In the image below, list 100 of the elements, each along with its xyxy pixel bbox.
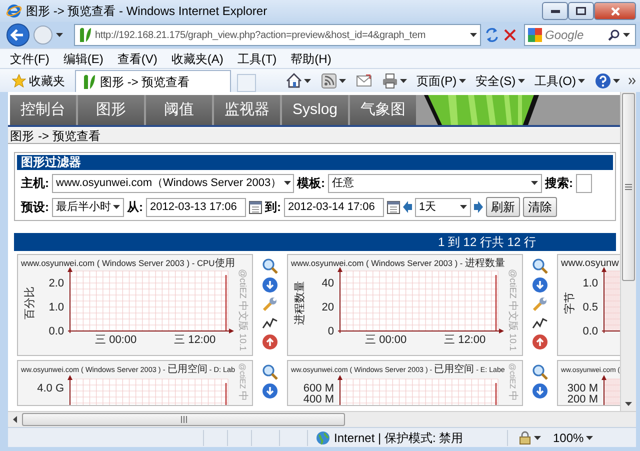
back-button[interactable] [6,23,30,47]
help-button[interactable] [593,72,622,88]
zigzag-icon[interactable] [262,315,278,331]
minimize-button[interactable] [542,2,568,20]
dropdown[interactable]: 最后半小时 [52,198,124,216]
menu-button[interactable]: 页面(P) [414,72,468,90]
left-arrow-icon[interactable] [403,201,412,213]
search-icon[interactable] [608,29,620,41]
maximize-button[interactable] [568,2,594,20]
close-button[interactable] [594,2,636,20]
menu-item[interactable]: 查看(V) [117,50,158,68]
y-tick-label: 0 [328,326,334,338]
caret-icon [625,402,632,406]
google-icon [528,28,542,42]
address-bar[interactable]: http://192.168.21.175/graph_view.php?action=preview&host_id=4&graph_tem [74,24,481,46]
down-arrow-circle-icon[interactable] [262,383,278,399]
x-axis [602,330,620,332]
menu-item[interactable]: 收藏夹(A) [171,50,224,68]
caret-icon[interactable] [56,33,63,37]
caret-icon [613,78,620,82]
y-axis [338,267,342,334]
stop-button[interactable] [503,28,517,42]
feed-icon [320,72,337,88]
calendar-icon[interactable] [387,200,400,214]
menu-button[interactable]: 工具(O) [532,72,587,90]
time-marker-line [225,383,227,405]
field-label: 模板: [297,175,325,192]
y-axis [338,375,342,405]
breadcrumb-link[interactable]: 图形 [10,126,34,144]
chevron-icon[interactable] [628,76,636,84]
nav-tab[interactable]: Syslog [282,95,348,125]
zoom-icon[interactable] [532,364,548,380]
nav-tab[interactable]: 监视器 [214,95,280,125]
menu-item[interactable]: 帮助(H) [290,50,332,68]
caret-icon [531,181,538,185]
home-icon [286,72,302,88]
graph-title: www.osyunw [561,258,619,269]
right-arrow-icon[interactable] [474,201,483,213]
vertical-scrollbar[interactable] [620,92,636,411]
lock-icon [518,430,532,444]
scrollbar-thumb[interactable] [622,93,635,281]
y-axis-label: 字节 [564,292,576,314]
menu-item[interactable]: 编辑(E) [63,50,104,68]
caret-icon [400,78,407,82]
search-field[interactable]: Google [545,26,605,44]
down-arrow-circle-icon[interactable] [262,277,278,293]
caret-icon [13,416,17,422]
caret-icon [113,205,120,209]
dropdown[interactable]: www.osyunwei.com（Windows Server 2003） [52,174,294,192]
y-axis-label: 进程数量 [294,281,306,325]
ie-logo-icon [6,3,22,19]
action-button[interactable]: 清除 [523,197,557,217]
address-field[interactable]: http://192.168.21.175/graph_view.php?action=preview&host_id=4&graph_tem [95,28,467,42]
y-axis [68,375,72,405]
down-arrow-circle-icon[interactable] [532,277,548,293]
maximize-icon [576,7,586,15]
graph-image[interactable]: www.osyunw 1.0 0.5 0.0 字节 [557,254,620,356]
zoom-icon[interactable] [262,258,278,274]
close-icon [610,6,620,16]
pagination-text: 1 到 12 行共 12 行 [14,233,616,251]
action-button[interactable]: 刷新 [486,197,520,217]
up-arrow-circle-icon[interactable] [262,334,278,350]
nav-tab[interactable]: 图形 [78,95,144,125]
dropdown[interactable]: 1天 [415,198,471,216]
time-marker-line [495,383,497,405]
dropdown[interactable]: 任意 [328,174,542,192]
field-label: 主机: [21,175,49,192]
text-field[interactable] [576,174,592,192]
y-tick-label: 600 M [303,382,334,394]
toolbar-button[interactable] [318,72,348,88]
y-tick-label: 20 [322,302,334,314]
menu-item[interactable]: 工具(T) [237,50,277,68]
refresh-button[interactable] [484,27,500,43]
toolbar-button[interactable] [284,72,313,88]
menu-button[interactable]: 安全(S) [474,72,527,90]
calendar-icon[interactable] [249,200,262,214]
scrollbar-thumb[interactable] [22,413,345,426]
nav-tab[interactable]: 控制台 [10,95,76,125]
graph-image[interactable]: www.osyunwei.com ( Windows Server 2003 ) - 进程数量 40 20 0 三 00:00 三 12:00 进程数量 @ctiEZ 中文版 10.1 [287,254,523,356]
nav-tab[interactable]: 阈值 [146,95,212,125]
zoom-icon[interactable] [262,364,278,380]
search-bar[interactable]: Google [524,24,636,46]
printer-icon [382,72,398,88]
zigzag-icon[interactable] [532,315,548,331]
caret-icon[interactable] [470,33,477,37]
caret-icon[interactable] [623,33,630,37]
horizontal-scrollbar[interactable] [8,411,636,427]
zoom-icon[interactable] [532,258,548,274]
up-arrow-circle-icon[interactable] [532,334,548,350]
menu-item[interactable]: 文件(F) [10,50,50,68]
down-arrow-circle-icon[interactable] [532,383,548,399]
zoom-level-button[interactable]: 100% [551,428,595,446]
help-icon [595,72,611,88]
favorites-button[interactable]: 收藏夹 [8,72,69,90]
y-tick-label: 200 M [567,394,598,405]
graph-image[interactable]: www.osyunwei.com ( Windows Server 2003 ) - CPU使用 2.0 1.0 0.0 三 00:00 三 12:00 百分比 @ctiEZ 中文版 10.1 [17,254,253,356]
nav-tab[interactable]: 气象图 [350,95,416,125]
text-field[interactable]: 2012-03-14 17:06 [284,198,384,216]
browser-tab[interactable]: 图形 -> 预览查看 [75,70,232,92]
text-field[interactable]: 2012-03-13 17:06 [146,198,246,216]
